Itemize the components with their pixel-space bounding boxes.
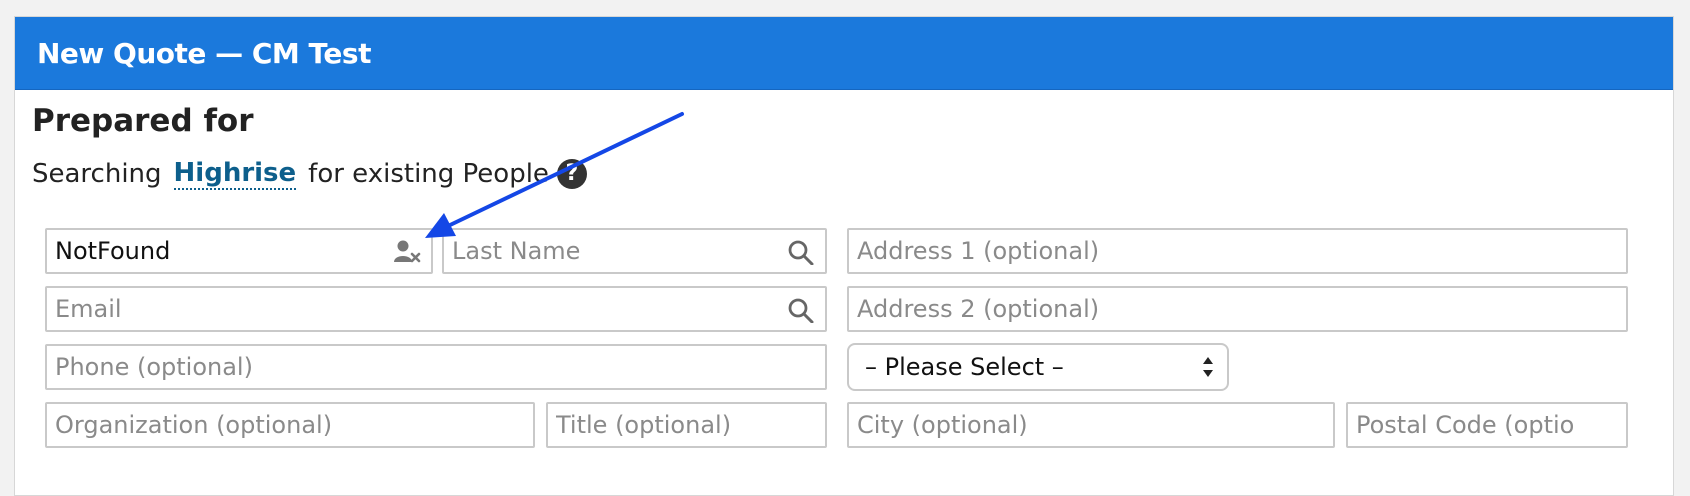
city-field[interactable] — [847, 402, 1335, 448]
first-name-field[interactable] — [45, 228, 433, 274]
address2-field[interactable] — [847, 286, 1628, 332]
search-suffix: for existing People — [308, 159, 549, 190]
search-icon[interactable] — [787, 239, 815, 265]
question-circle-icon[interactable]: ? — [556, 159, 587, 190]
state-select[interactable]: – Please Select – — [847, 343, 1229, 391]
address1-field[interactable] — [847, 228, 1628, 274]
email-input[interactable] — [47, 288, 825, 330]
organization-field[interactable] — [45, 402, 535, 448]
search-icon[interactable] — [787, 297, 815, 323]
last-name-field[interactable] — [442, 228, 827, 274]
postal-code-field[interactable] — [1346, 402, 1628, 448]
user-remove-icon[interactable] — [393, 239, 421, 265]
title-input[interactable] — [548, 404, 825, 446]
last-name-input[interactable] — [444, 230, 825, 272]
search-prefix: Searching — [32, 159, 162, 190]
state-select-value: – Please Select – — [865, 353, 1064, 381]
prepared-for-heading: Prepared for — [32, 103, 254, 139]
organization-input[interactable] — [47, 404, 533, 446]
phone-input[interactable] — [47, 346, 825, 388]
email-field[interactable] — [45, 286, 827, 332]
select-arrows-icon — [1203, 357, 1213, 377]
address2-input[interactable] — [849, 288, 1626, 330]
search-source-line: Searching Highrise for existing People ? — [32, 159, 587, 190]
first-name-input[interactable] — [47, 230, 431, 272]
title-field[interactable] — [546, 402, 827, 448]
phone-field[interactable] — [45, 344, 827, 390]
highrise-link[interactable]: Highrise — [173, 159, 297, 190]
address1-input[interactable] — [849, 230, 1626, 272]
panel-title: New Quote — CM Test — [37, 37, 371, 70]
panel-header: New Quote — CM Test — [15, 17, 1673, 90]
city-input[interactable] — [849, 404, 1333, 446]
postal-code-input[interactable] — [1348, 404, 1626, 446]
